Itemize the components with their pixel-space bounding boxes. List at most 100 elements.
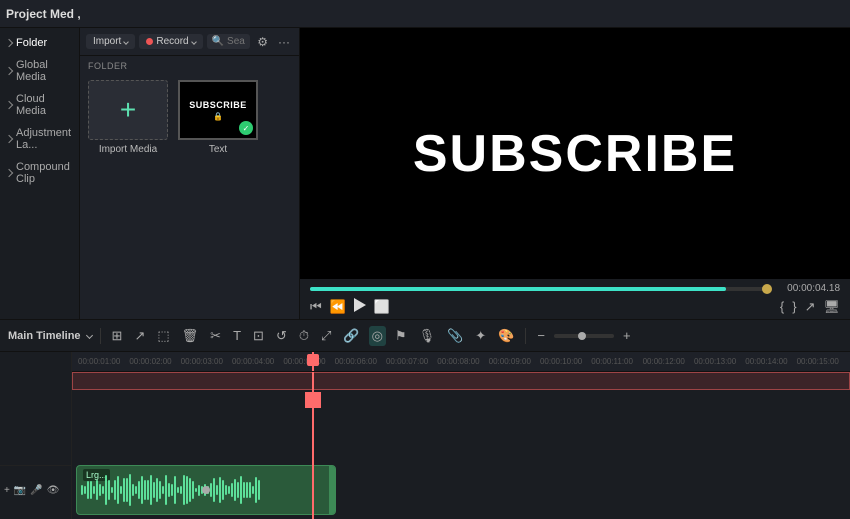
delete-tool-button[interactable]: 🗑 (179, 326, 202, 346)
cut-tool-button[interactable]: ✂ (207, 326, 224, 346)
select-tool-button[interactable]: ⬚ (154, 326, 172, 346)
waveform-bar (111, 487, 113, 493)
import-media-thumb[interactable]: + Import Media (88, 80, 168, 155)
effect-button[interactable]: ✦ (472, 326, 489, 346)
clip-button[interactable]: 📎 (444, 326, 466, 346)
bracket-right-button[interactable]: } (792, 299, 796, 314)
more-button[interactable]: ··· (275, 34, 293, 50)
scrubber-thumb[interactable] (762, 284, 772, 294)
waveform-bar (228, 486, 230, 494)
bracket-left-button[interactable]: { (780, 299, 784, 314)
import-button[interactable]: Import (86, 34, 135, 49)
frame-back-button[interactable]: ⏪ (330, 299, 346, 315)
audio-track-label-row: + 📷 🎤 👁 (0, 465, 71, 515)
ruler-mark: 00:00:11:00 (589, 357, 640, 366)
search-box[interactable]: 🔍 (207, 34, 251, 49)
ruler-mark: 00:00:06:00 (333, 357, 384, 366)
link-tool-button[interactable]: 🔗 (340, 326, 362, 346)
track-mic-icon[interactable]: 🎤 (30, 485, 42, 496)
search-input[interactable] (227, 36, 245, 47)
waveform-bar (243, 482, 245, 498)
waveform-bar (156, 478, 158, 501)
text-media-label: Text (209, 144, 227, 155)
text-tool-button[interactable]: T (230, 326, 244, 345)
ruler-mark: 00:00:10:00 (538, 357, 589, 366)
media-toolbar: Import Record 🔍 ⚙ ··· (80, 28, 299, 56)
fit-tool-button[interactable]: ⤢ (318, 326, 334, 346)
ruler-mark: 00:00:08:00 (435, 357, 486, 366)
arrow-tool-button[interactable]: ↗ (131, 326, 148, 346)
time-display: 00:00:04.18 (780, 283, 840, 294)
waveform-bar (210, 483, 212, 497)
text-media-thumb[interactable]: SUBSCRIBE 🔒 ✓ Text (178, 80, 258, 155)
sidebar-item-cloud-media[interactable]: Cloud Media (0, 88, 79, 122)
lock-icon: 🔒 (213, 112, 223, 121)
waveform-bar (159, 481, 161, 499)
record-button[interactable]: Record (139, 34, 202, 49)
import-thumb-box[interactable]: + (88, 80, 168, 140)
play-button[interactable] (354, 298, 366, 315)
timeline-label: Main Timeline (8, 330, 92, 342)
waveform-bar (171, 484, 173, 495)
ruler-mark: 00:00:14:00 (743, 357, 794, 366)
separator (100, 328, 101, 344)
ruler-mark: 00:00:12:00 (641, 357, 692, 366)
timeline-section: Main Timeline ⊞ ↗ ⬚ 🗑 ✂ T ⊡ ↺ ⏱ ⤢ 🔗 ◎ ⚑ … (0, 319, 850, 519)
filter-button[interactable]: ⚙ (254, 34, 271, 50)
waveform-bar (90, 481, 92, 498)
ruler-marks: 00:00:01:00 00:00:02:00 00:00:03:00 00:0… (72, 357, 850, 366)
audio-end-handle[interactable] (329, 466, 335, 514)
preview-right-buttons: { } ↗ 🖥 (780, 299, 840, 315)
sidebar-item-global-media[interactable]: Global Media (0, 54, 79, 88)
preview-subscribe-text: SUBSCRIBE (413, 124, 737, 184)
waveform-bar (126, 478, 128, 502)
export-frame-button[interactable]: ↗ (805, 299, 816, 315)
main-layout: Folder Global Media Cloud Media Adjustme… (0, 28, 850, 319)
marker-button[interactable]: ⚑ (392, 326, 410, 346)
track-add-icon[interactable]: + (4, 485, 10, 496)
waveform-bar (99, 484, 101, 496)
ruler-mark: 00:00:09:00 (487, 357, 538, 366)
subscribe-thumb-box[interactable]: SUBSCRIBE 🔒 ✓ (178, 80, 258, 140)
track-eye-icon[interactable]: 👁 (47, 485, 60, 496)
snap-button[interactable]: ◎ (369, 326, 386, 346)
waveform-bar (186, 476, 188, 504)
media-section-label: FOLDER (80, 56, 299, 74)
sidebar-item-folder[interactable]: Folder (0, 32, 79, 54)
waveform-bar (81, 485, 83, 495)
color-button[interactable]: 🎨 (495, 326, 517, 346)
waveform-bar (120, 486, 122, 495)
zoom-out-button[interactable]: − (534, 326, 548, 345)
arrow-icon (5, 101, 13, 109)
waveform-bar (168, 483, 170, 497)
left-sidebar: Folder Global Media Cloud Media Adjustme… (0, 28, 80, 319)
waveform-bar (147, 480, 149, 500)
sidebar-item-adjustment-layer[interactable]: Adjustment La... (0, 122, 79, 156)
fullscreen-button[interactable]: ⬜ (374, 299, 390, 315)
scrubber-track[interactable] (310, 287, 772, 291)
step-back-button[interactable]: ⏮ (310, 299, 322, 315)
group-tool-button[interactable]: ⊞ (109, 326, 126, 346)
waveform-bar (138, 481, 140, 500)
timeline-tracks[interactable]: Lrg... (72, 372, 850, 519)
chevron-down-icon (86, 332, 93, 339)
audio-track[interactable]: Lrg... (76, 465, 336, 515)
sidebar-item-compound-clip[interactable]: Compound Clip (0, 156, 79, 190)
timeline-ruler: 00:00:01:00 00:00:02:00 00:00:03:00 00:0… (72, 352, 850, 372)
timer-tool-button[interactable]: ⏱ (296, 326, 312, 346)
waveform-bar (102, 486, 104, 493)
zoom-slider[interactable] (554, 334, 614, 338)
crop-tool-button[interactable]: ⊡ (250, 326, 267, 346)
timeline-toolbar: Main Timeline ⊞ ↗ ⬚ 🗑 ✂ T ⊡ ↺ ⏱ ⤢ 🔗 ◎ ⚑ … (0, 320, 850, 352)
waveform-bar (87, 481, 89, 498)
monitor-button[interactable]: 🖥 (823, 299, 840, 315)
audio-button[interactable]: 🎙 (416, 326, 439, 346)
waveform-bar (189, 478, 191, 503)
playhead-top (307, 354, 319, 366)
waveform-bar (258, 480, 260, 501)
loop-tool-button[interactable]: ↺ (273, 326, 290, 346)
zoom-in-button[interactable]: + (620, 326, 634, 345)
waveform-bar (195, 488, 197, 493)
track-cam-icon[interactable]: 📷 (14, 485, 26, 496)
waveform-bar (150, 475, 152, 506)
